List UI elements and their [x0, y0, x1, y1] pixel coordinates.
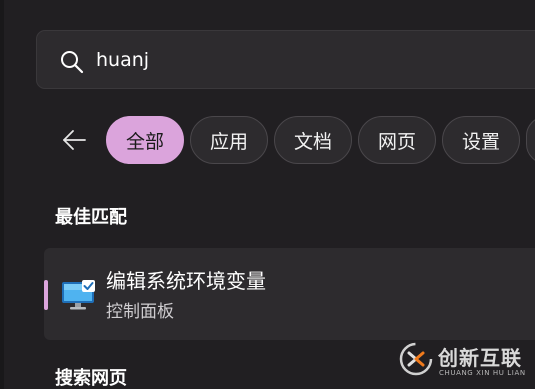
best-match-result[interactable]: 编辑系统环境变量 控制面板: [44, 248, 535, 340]
watermark-subtitle: CHUANG XIN HU LIAN: [439, 369, 526, 377]
filter-chip-documents[interactable]: 文档: [274, 116, 352, 164]
watermark-name: 创新互联: [438, 346, 522, 370]
filter-chip-all[interactable]: 全部: [106, 116, 184, 164]
arrow-left-icon: [63, 130, 86, 150]
windows-search-panel: 全部 应用 文档 网页 设置 最佳匹配 编辑系统环境变量 控制面板 搜索网页 创…: [0, 0, 535, 389]
search-input[interactable]: [96, 45, 396, 75]
selection-indicator: [44, 280, 48, 310]
search-box[interactable]: [36, 30, 535, 89]
search-icon: [61, 51, 84, 74]
watermark: 创新互联 CHUANG XIN HU LIAN: [398, 339, 535, 385]
filter-chip-more[interactable]: [526, 116, 535, 164]
web-search-heading: 搜索网页: [55, 368, 127, 389]
monitor-settings-icon: [62, 280, 95, 310]
left-edge: [0, 0, 4, 389]
result-title: 编辑系统环境变量: [106, 269, 266, 293]
filter-chip-apps[interactable]: 应用: [190, 116, 268, 164]
result-subtitle: 控制面板: [106, 302, 174, 322]
filter-chip-web[interactable]: 网页: [358, 116, 436, 164]
best-match-heading: 最佳匹配: [55, 207, 127, 228]
back-button[interactable]: [56, 122, 92, 158]
brand-logo-icon: [399, 342, 433, 376]
filter-chip-settings[interactable]: 设置: [442, 116, 520, 164]
